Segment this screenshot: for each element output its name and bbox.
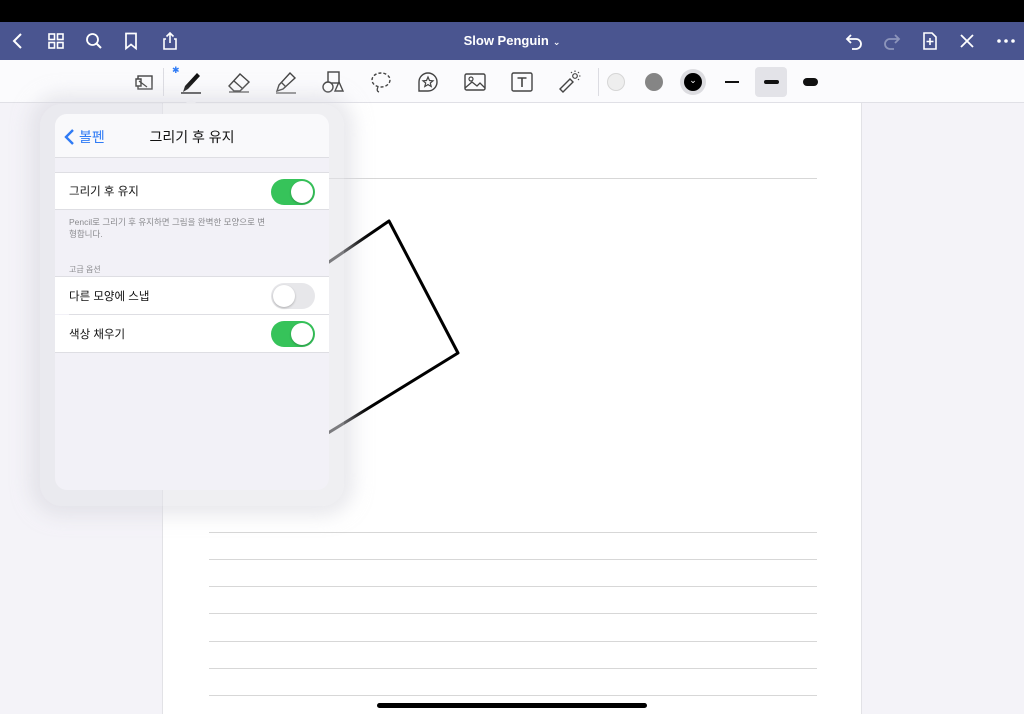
chevron-down-icon: ⌄ xyxy=(552,37,561,47)
undo-icon[interactable] xyxy=(842,29,866,53)
thick-line-icon xyxy=(802,78,818,86)
hold-to-draw-label: 그리기 후 유지 xyxy=(69,186,139,198)
width-option-medium[interactable] xyxy=(755,67,787,97)
fill-color-toggle[interactable] xyxy=(271,321,315,347)
popover-title: 그리기 후 유지 xyxy=(149,129,235,145)
popover-header: 볼펜 그리기 후 유지 xyxy=(55,114,329,158)
hold-to-draw-row: 그리기 후 유지 xyxy=(55,172,329,210)
snap-to-shapes-row: 다른 모양에 스냅 xyxy=(55,276,329,314)
hold-to-draw-toggle[interactable] xyxy=(271,179,315,205)
laser-pointer-icon[interactable] xyxy=(554,67,584,97)
fill-color-row: 색상 채우기 xyxy=(55,315,329,353)
chevron-down-icon: ⌄ xyxy=(684,73,702,91)
toolbar-divider xyxy=(598,68,599,96)
toolbar-divider xyxy=(163,68,164,96)
advanced-options-header: 고급 옵션 xyxy=(69,265,101,274)
more-icon[interactable] xyxy=(994,29,1018,53)
drawing-toolbar: ✱ ⌄ xyxy=(0,60,1024,105)
width-option-thin[interactable] xyxy=(716,67,748,97)
snap-to-shapes-label: 다른 모양에 스냅 xyxy=(69,290,150,303)
close-icon[interactable] xyxy=(955,29,979,53)
home-indicator xyxy=(377,703,647,708)
thin-line-icon xyxy=(725,81,739,83)
fill-color-label: 색상 채우기 xyxy=(69,328,126,341)
text-icon[interactable] xyxy=(507,67,537,97)
color-swatch-black-selected[interactable]: ⌄ xyxy=(680,69,706,95)
color-swatch-gray[interactable] xyxy=(645,73,663,91)
status-bar xyxy=(0,0,1024,22)
add-page-icon[interactable] xyxy=(918,29,942,53)
highlighter-icon[interactable] xyxy=(271,67,301,97)
image-icon[interactable] xyxy=(460,67,490,97)
lasso-select-icon[interactable] xyxy=(129,67,159,97)
bluetooth-icon: ✱ xyxy=(172,65,180,75)
document-title-text: Slow Penguin xyxy=(463,33,549,48)
shape-settings-popover: 볼펜 그리기 후 유지 그리기 후 유지 Pencil로 그리기 후 유지하면 … xyxy=(55,114,329,490)
lasso-icon[interactable] xyxy=(366,67,396,97)
redo-icon[interactable] xyxy=(880,29,904,53)
sticker-icon[interactable] xyxy=(413,67,443,97)
snap-to-shapes-toggle[interactable] xyxy=(271,283,315,309)
color-swatch-light[interactable] xyxy=(607,73,625,91)
shapes-icon[interactable] xyxy=(318,67,348,97)
hold-to-draw-description: Pencil로 그리기 후 유지하면 그림을 완벽한 모양으로 변형합니다. xyxy=(69,217,266,239)
pen-icon[interactable] xyxy=(176,67,206,97)
width-option-thick[interactable] xyxy=(794,67,826,97)
medium-line-icon xyxy=(763,80,779,84)
navigation-bar: Slow Penguin ⌄ xyxy=(0,22,1024,60)
document-title[interactable]: Slow Penguin ⌄ xyxy=(0,33,1024,48)
eraser-icon[interactable] xyxy=(224,67,254,97)
